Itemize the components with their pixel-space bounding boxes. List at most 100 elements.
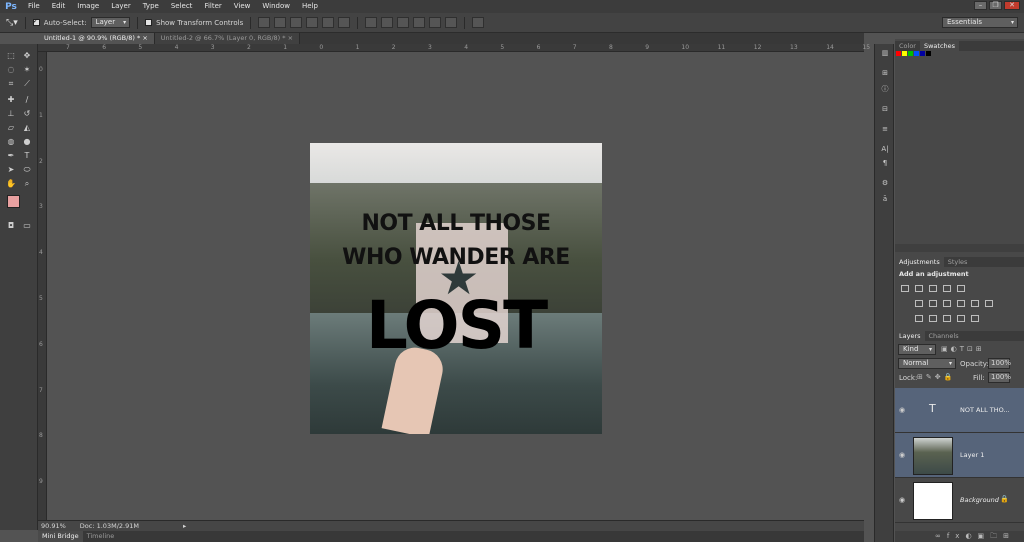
swatch-blue[interactable] [914,51,919,56]
tab-layers[interactable]: Layers [895,331,925,341]
move-tool-icon[interactable]: ⤡▾ [6,18,18,28]
info-icon[interactable]: ⓘ [879,84,891,94]
align-left-icon[interactable] [306,17,319,28]
menu-filter[interactable]: Filter [198,0,227,13]
distribute-bottom-icon[interactable] [397,17,410,28]
layer-row-image[interactable]: ◉ Layer 1 [895,433,1024,478]
align-vcenter-icon[interactable] [274,17,287,28]
minimize-button[interactable]: – [974,1,987,10]
brightness-icon[interactable] [901,285,909,292]
distribute-top-icon[interactable] [365,17,378,28]
screen-mode-icon[interactable]: ▭ [21,220,33,231]
pen-tool-icon[interactable]: ✒ [5,150,17,161]
document-canvas[interactable]: ★ NOT ALL THOSE WHO WANDER ARE LOST [310,143,602,434]
move-tool-icon[interactable]: ✥ [21,50,33,61]
hue-saturation-icon[interactable] [915,300,923,307]
gradient-map-icon[interactable] [971,315,979,322]
menu-layer[interactable]: Layer [105,0,137,13]
layer-row-background[interactable]: ◉ Background 🔒 [895,478,1024,523]
layer-row-text[interactable]: ◉ T NOT ALL THO... [895,388,1024,433]
distribute-left-icon[interactable] [413,17,426,28]
healing-brush-icon[interactable]: ✚ [5,94,17,105]
eye-icon[interactable]: ◉ [899,496,905,504]
black-white-icon[interactable] [943,300,951,307]
blur-tool-icon[interactable]: ◍ [5,136,17,147]
brush-tool-icon[interactable]: ∕ [21,94,33,105]
tab-untitled-1[interactable]: Untitled-1 @ 90.9% (RGB/8) * × [38,33,155,44]
align-right-icon[interactable] [338,17,351,28]
path-selection-icon[interactable]: ➤ [5,164,17,175]
auto-select-dropdown[interactable]: Layer [90,17,131,28]
eye-icon[interactable]: ◉ [899,451,905,459]
menu-window[interactable]: Window [256,0,296,13]
swatch-red[interactable] [896,51,901,56]
threshold-icon[interactable] [943,315,951,322]
swatch-green[interactable] [908,51,913,56]
tab-adjustments[interactable]: Adjustments [895,257,944,267]
character-icon[interactable]: A| [879,144,891,154]
invert-icon[interactable] [915,315,923,322]
color-balance-icon[interactable] [929,300,937,307]
curves-icon[interactable] [929,285,937,292]
swatch-navy[interactable] [920,51,925,56]
hand-tool-icon[interactable]: ✋ [5,178,17,189]
distribute-hcenter-icon[interactable] [429,17,442,28]
blend-mode-dropdown[interactable]: Normal [898,358,956,369]
menu-file[interactable]: File [22,0,46,13]
close-icon[interactable]: × [142,34,147,42]
tab-untitled-2[interactable]: Untitled-2 @ 66.7% (Layer 0, RGB/8) * × [154,33,301,44]
menu-view[interactable]: View [228,0,257,13]
paragraph-icon[interactable]: ¶ [879,158,891,168]
distribute-right-icon[interactable] [445,17,458,28]
menu-select[interactable]: Select [165,0,199,13]
menu-image[interactable]: Image [71,0,105,13]
layer-filter-dropdown[interactable]: Kind [898,344,936,355]
eyedropper-icon[interactable]: ⟋ [21,78,33,89]
history-icon[interactable]: ▥ [879,48,891,58]
selective-color-icon[interactable] [957,315,965,322]
maximize-button[interactable]: ❐ [989,1,1002,10]
marquee-tool-icon[interactable]: ⬚ [5,50,17,61]
fill-field[interactable]: 100% [988,372,1011,383]
clone-stamp-icon[interactable]: ⊥ [5,108,17,119]
eraser-tool-icon[interactable]: ▱ [5,122,17,133]
menu-type[interactable]: Type [137,0,165,13]
eye-icon[interactable]: ◉ [899,406,905,414]
magic-wand-icon[interactable]: ✶ [21,64,33,75]
tab-color[interactable]: Color [895,41,920,51]
tab-timeline[interactable]: Timeline [83,531,119,542]
tab-channels[interactable]: Channels [925,331,963,341]
levels-icon[interactable] [915,285,923,292]
workspace-dropdown[interactable]: Essentials [942,17,1018,28]
align-bottom-icon[interactable] [290,17,303,28]
zoom-tool-icon[interactable]: ⌕ [21,178,33,189]
menu-edit[interactable]: Edit [46,0,72,13]
close-icon[interactable]: × [288,34,293,42]
properties-icon[interactable]: ⊞ [879,68,891,78]
layer-name[interactable]: Background [960,496,999,504]
status-menu-arrow-icon[interactable]: ▸ [183,522,186,530]
menu-help[interactable]: Help [296,0,324,13]
align-hcenter-icon[interactable] [322,17,335,28]
layer-name[interactable]: Layer 1 [960,451,984,459]
foreground-color-swatch[interactable] [7,195,20,208]
tool-presets-icon[interactable]: ⚙ [879,178,891,188]
channel-mixer-icon[interactable] [971,300,979,307]
swatch-black[interactable] [926,51,931,56]
glyphs-icon[interactable]: ā [879,194,891,204]
exposure-icon[interactable] [943,285,951,292]
quick-mask-icon[interactable]: ◘ [5,220,17,231]
ellipse-tool-icon[interactable]: ⬭ [21,164,33,175]
auto-select-checkbox[interactable] [32,17,40,26]
close-button[interactable]: ✕ [1004,1,1020,10]
paths-icon[interactable]: ≡ [879,124,891,134]
lasso-tool-icon[interactable]: ◌ [5,64,17,75]
tab-mini-bridge[interactable]: Mini Bridge [38,531,83,542]
crop-tool-icon[interactable]: ⌗ [5,78,17,89]
paint-bucket-icon[interactable]: ◭ [21,122,33,133]
history-brush-icon[interactable]: ↺ [21,108,33,119]
tab-styles[interactable]: Styles [944,257,972,267]
distribute-vcenter-icon[interactable] [381,17,394,28]
brush-presets-icon[interactable]: ⊟ [879,104,891,114]
layers-footer-icons[interactable]: ∞fx◐▣🗀⊞🗑 [895,531,1024,542]
